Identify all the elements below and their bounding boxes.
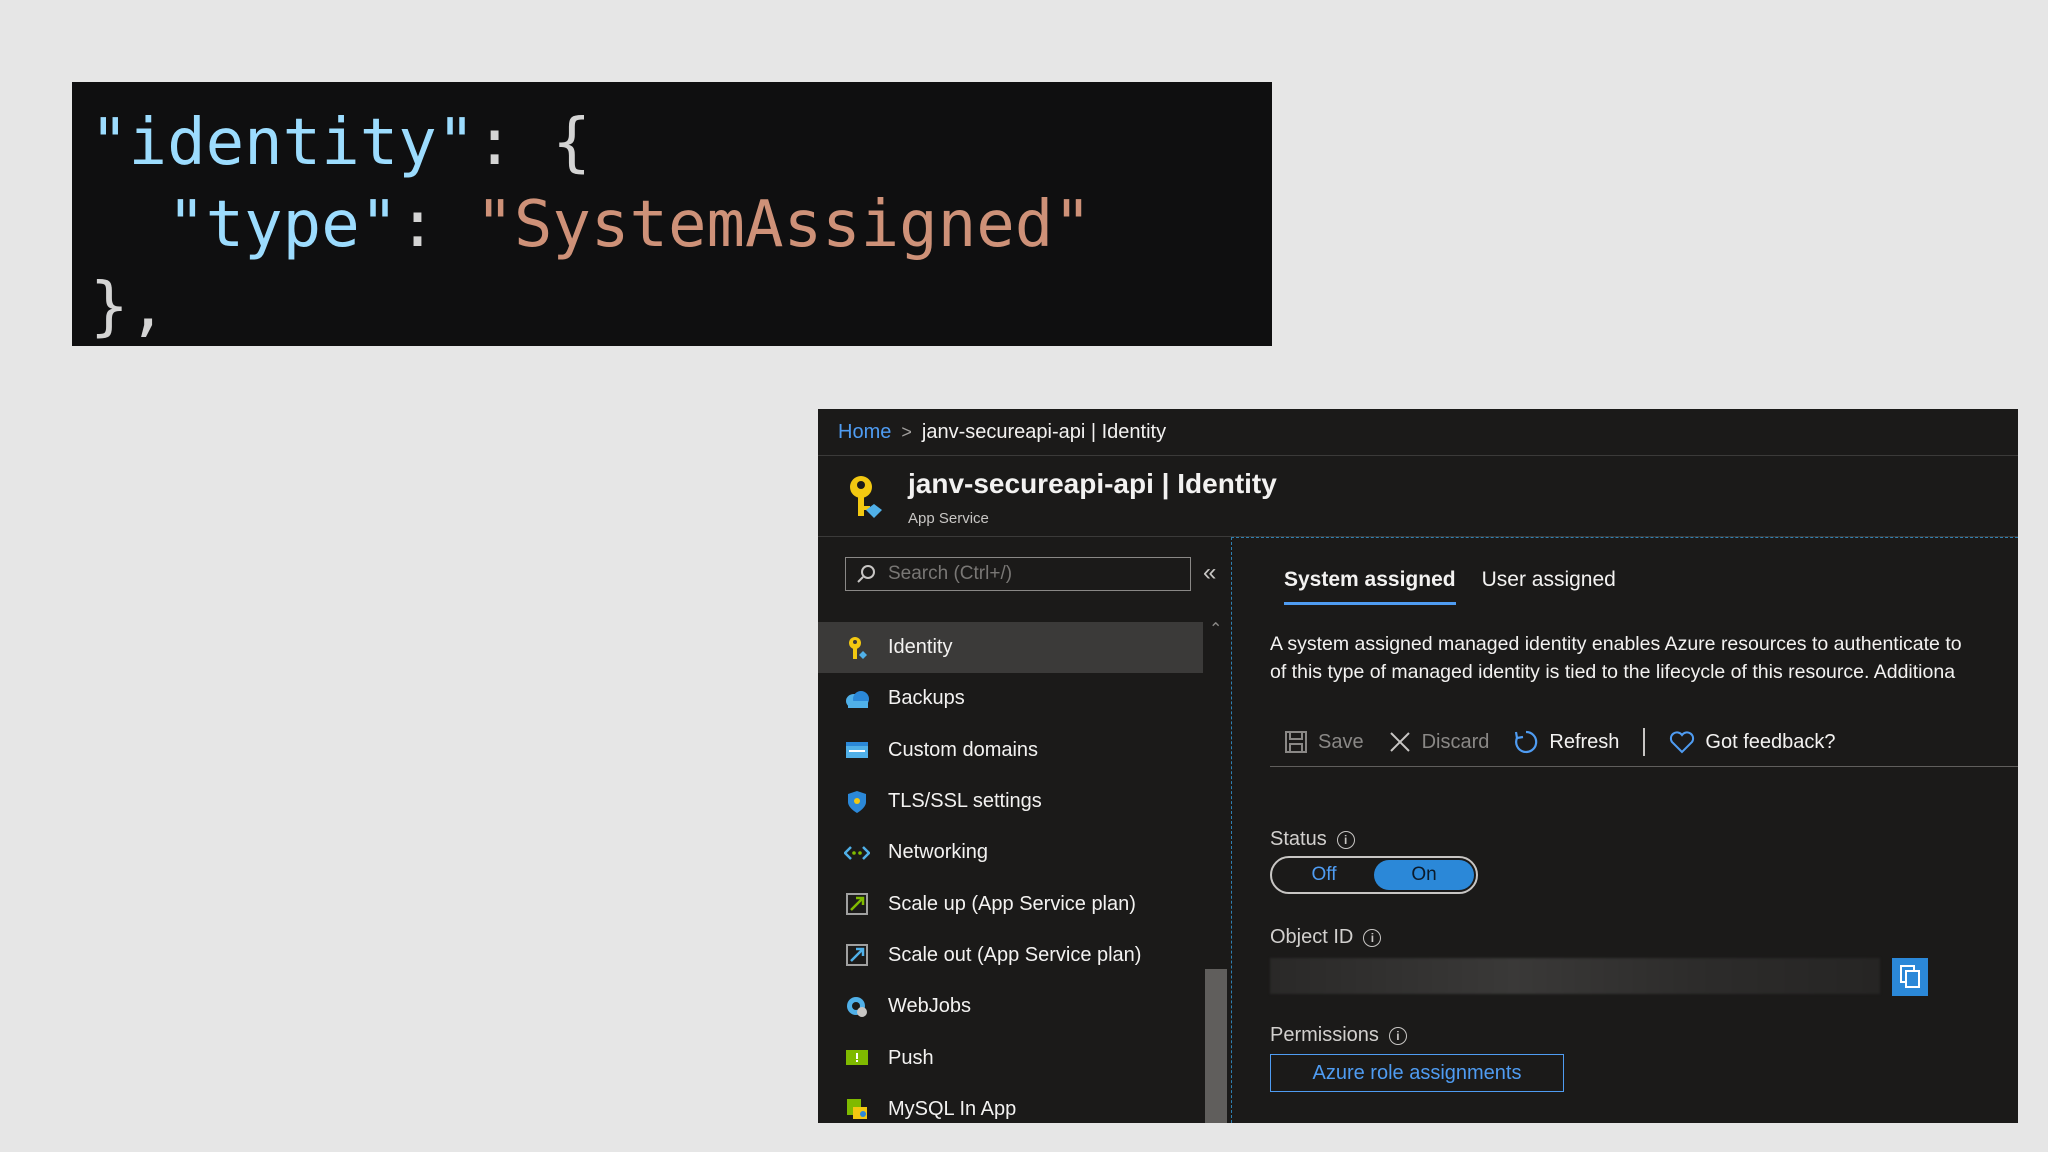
status-label-text: Status [1270, 828, 1327, 850]
save-icon [1285, 731, 1307, 753]
menu-item-networking[interactable]: Networking [818, 827, 1203, 878]
database-icon [844, 1096, 870, 1122]
scrollbar-thumb[interactable] [1205, 969, 1227, 1123]
azure-role-assignments-button[interactable]: Azure role assignments [1270, 1054, 1564, 1092]
shield-icon [844, 789, 870, 815]
page-title: janv-secureapi-api | Identity [908, 468, 1277, 499]
menu-scrollbar[interactable]: ⌃ [1205, 619, 1229, 1123]
menu-item-label: TLS/SSL settings [888, 790, 1042, 813]
push-icon [844, 1045, 870, 1071]
breadcrumb: Home > janv-secureapi-api | Identity [818, 409, 2018, 456]
permissions-label: Permissions i [1270, 1024, 1407, 1047]
menu-item-backups[interactable]: Backups [818, 673, 1203, 724]
search-input[interactable] [886, 562, 1190, 586]
refresh-icon [1515, 730, 1538, 754]
menu-item-label: Custom domains [888, 738, 1039, 761]
discard-button[interactable]: Discard [1388, 730, 1490, 754]
menu-item-label: Scale up (App Service plan) [888, 892, 1136, 915]
search-icon [846, 564, 886, 584]
menu-item-webjobs[interactable]: WebJobs [818, 981, 1203, 1032]
page-subtitle: App Service [908, 510, 989, 527]
cloud-icon [844, 686, 870, 712]
menu-item-label: WebJobs [888, 995, 972, 1018]
tab-user-assigned[interactable]: User assigned [1482, 568, 1616, 605]
menu-item-label: MySQL In App [888, 1097, 1017, 1120]
collapse-menu-button[interactable]: « [1203, 559, 1216, 587]
menu-item-scale-up[interactable]: Scale up (App Service plan) [818, 878, 1203, 929]
save-label: Save [1318, 730, 1364, 753]
copy-button[interactable] [1892, 958, 1928, 996]
info-icon[interactable]: i [1363, 928, 1382, 947]
description-line-1: A system assigned managed identity enabl… [1270, 633, 1962, 655]
menu-item-identity[interactable]: Identity [818, 622, 1203, 674]
identity-tabs: System assigned User assigned [1284, 568, 1616, 605]
menu-item-tls-ssl-settings[interactable]: TLS/SSL settings [818, 776, 1203, 827]
close-icon [1389, 732, 1410, 752]
code-key-type: "type" [167, 188, 399, 262]
feedback-button[interactable]: Got feedback? [1669, 730, 1836, 754]
code-snippet: "identity": { "type": "SystemAssigned" }… [72, 82, 1272, 346]
menu-item-label: Push [888, 1046, 934, 1069]
scale-up-icon [844, 891, 870, 917]
code-key-identity: "identity" [90, 106, 476, 180]
menu-item-label: Scale out (App Service plan) [888, 943, 1142, 966]
refresh-button[interactable]: Refresh [1513, 729, 1619, 755]
status-toggle[interactable]: Off On [1270, 856, 1478, 894]
menu-item-mysql-in-app[interactable]: MySQL In App [818, 1084, 1203, 1123]
refresh-label: Refresh [1549, 730, 1620, 753]
feedback-label: Got feedback? [1705, 730, 1836, 753]
resource-menu: « Identity Backups Custom domains [818, 537, 1231, 1123]
chevron-right-icon: > [901, 421, 912, 442]
object-id-field-redacted [1270, 958, 1880, 994]
scale-out-icon [844, 942, 870, 968]
azure-portal-window: Home > janv-secureapi-api | Identity jan… [818, 409, 2018, 1123]
tab-system-assigned[interactable]: System assigned [1284, 568, 1456, 605]
menu-list: Identity Backups Custom domains TLS/SSL … [818, 622, 1203, 1123]
chevron-up-icon[interactable]: ⌃ [1209, 619, 1222, 639]
description-line-2: of this type of managed identity is tied… [1270, 661, 1956, 683]
menu-item-push[interactable]: Push [818, 1032, 1203, 1083]
key-icon [844, 635, 870, 661]
code-value-systemassigned: "SystemAssigned" [475, 188, 1092, 262]
status-off-option[interactable]: Off [1274, 860, 1374, 890]
object-id-label: Object ID i [1270, 926, 1382, 949]
info-icon[interactable]: i [1336, 830, 1355, 849]
status-on-option[interactable]: On [1374, 860, 1474, 890]
gear-globe-icon [844, 994, 870, 1020]
page-header: janv-secureapi-api | Identity App Servic… [818, 456, 2018, 537]
permissions-label-text: Permissions [1270, 1024, 1379, 1046]
breadcrumb-home-link[interactable]: Home [838, 421, 891, 444]
object-id-label-text: Object ID [1270, 926, 1354, 948]
save-button[interactable]: Save [1284, 730, 1364, 754]
copy-icon [1900, 965, 1920, 988]
breadcrumb-current: janv-secureapi-api | Identity [921, 420, 1167, 443]
key-icon [850, 476, 882, 518]
menu-item-label: Backups [888, 687, 965, 710]
window-icon [844, 737, 870, 763]
discard-label: Discard [1421, 730, 1490, 753]
code-colon: : [398, 188, 476, 262]
heart-icon [1670, 731, 1695, 754]
description-text: A system assigned managed identity enabl… [1270, 630, 2018, 686]
menu-item-scale-out[interactable]: Scale out (App Service plan) [818, 930, 1203, 981]
menu-item-label: Identity [888, 636, 953, 659]
code-close: }, [90, 270, 168, 344]
network-icon [844, 840, 870, 866]
command-bar: Save Discard Refresh Got feedback? [1270, 718, 2018, 767]
code-punct: : { [475, 106, 591, 180]
menu-item-custom-domains[interactable]: Custom domains [818, 725, 1203, 776]
info-icon[interactable]: i [1388, 1026, 1407, 1045]
status-label: Status i [1270, 828, 1355, 851]
identity-content-pane: System assigned User assigned A system a… [1231, 537, 2018, 1123]
toolbar-divider [1643, 728, 1646, 756]
menu-item-label: Networking [888, 841, 989, 864]
menu-search[interactable] [845, 557, 1191, 591]
